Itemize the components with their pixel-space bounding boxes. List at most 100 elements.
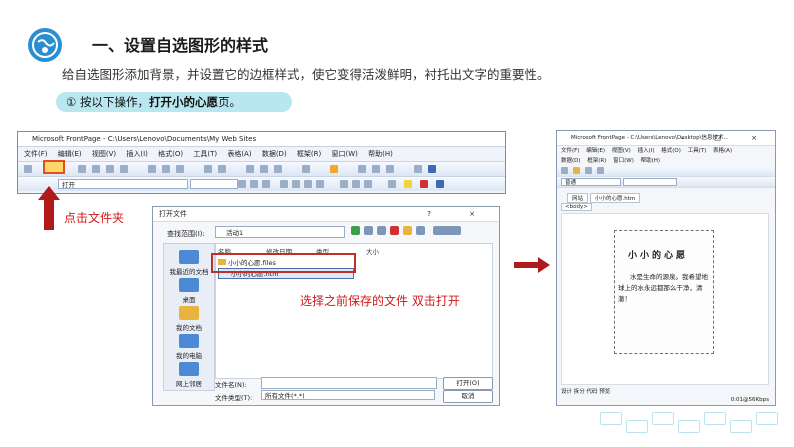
place-my-computer[interactable]: 我的电脑	[164, 334, 214, 360]
fp2-style-combo[interactable]: 普通	[561, 178, 621, 186]
undo-icon[interactable]	[204, 165, 212, 173]
save-icon[interactable]	[78, 165, 86, 173]
stop-icon[interactable]	[386, 165, 394, 173]
search-web-icon[interactable]	[377, 226, 386, 235]
places-bar: 我最近的文档 桌面 我的文档 我的电脑 网上邻居	[163, 243, 215, 391]
menu-table[interactable]: 表格(A)	[227, 150, 251, 158]
dialog-title-controls[interactable]: ? ×	[427, 207, 493, 221]
fp2-menu-view[interactable]: 视图(V)	[612, 148, 631, 154]
step-prefix: 按以下操作，	[79, 95, 149, 109]
format-options-icon[interactable]	[436, 180, 444, 188]
align-center-icon[interactable]	[292, 180, 300, 188]
underline-icon[interactable]	[262, 180, 270, 188]
lookin-label: 查找范围(I):	[167, 230, 205, 238]
align-left-icon[interactable]	[280, 180, 288, 188]
up-folder-icon[interactable]	[364, 226, 373, 235]
hyperlink-icon[interactable]	[246, 165, 254, 173]
dialog-titlebar: 打开文件 ? ×	[153, 207, 499, 222]
menu-tools[interactable]: 工具(T)	[193, 150, 217, 158]
fp2-new-icon[interactable]	[561, 167, 568, 174]
filename-input[interactable]	[261, 377, 437, 389]
table-icon[interactable]	[260, 165, 268, 173]
back-icon[interactable]	[351, 226, 360, 235]
fp2-menu-table[interactable]: 表格(A)	[713, 148, 732, 154]
delete-icon[interactable]	[390, 226, 399, 235]
new-icon[interactable]	[24, 165, 32, 173]
col-size[interactable]: 大小	[366, 246, 379, 256]
fp2-menu-data[interactable]: 数据(D)	[561, 158, 581, 164]
fp2-menu-insert[interactable]: 插入(I)	[638, 148, 655, 154]
open-button[interactable]: 打开(O)	[443, 377, 493, 390]
italic-icon[interactable]	[250, 180, 258, 188]
select-file-annotation: 选择之前保存的文件 双击打开	[300, 294, 460, 308]
fp2-menu-edit[interactable]: 编辑(E)	[586, 148, 605, 154]
selected-file-highlight	[211, 253, 356, 273]
spell-icon[interactable]	[120, 165, 128, 173]
fp2-menu-frames[interactable]: 框架(R)	[587, 158, 606, 164]
fp2-menu-file[interactable]: 文件(F)	[561, 148, 579, 154]
code-icon[interactable]	[302, 165, 310, 173]
filetype-combo[interactable]: 所有文件(*.*)	[261, 390, 435, 400]
copy-icon[interactable]	[162, 165, 170, 173]
views-icon[interactable]	[416, 226, 425, 235]
place-my-documents[interactable]: 我的文档	[164, 306, 214, 332]
font-combo[interactable]	[190, 179, 238, 189]
fp2-tab-page[interactable]: 小小的心愿.htm	[590, 193, 641, 203]
highlight-color-icon[interactable]	[404, 180, 412, 188]
fp2-standard-toolbar	[557, 166, 775, 177]
numbering-icon[interactable]	[340, 180, 348, 188]
menu-format[interactable]: 格式(O)	[158, 150, 183, 158]
fp1-format-toolbar: 打开	[18, 177, 505, 191]
paste-icon[interactable]	[176, 165, 184, 173]
place-desktop[interactable]: 桌面	[164, 278, 214, 304]
bullets-icon[interactable]	[352, 180, 360, 188]
cancel-button[interactable]: 取消	[443, 390, 493, 403]
indent-icon[interactable]	[364, 180, 372, 188]
fp2-tab-site[interactable]: 网站	[567, 193, 589, 203]
align-right-icon[interactable]	[304, 180, 312, 188]
refresh-icon[interactable]	[372, 165, 380, 173]
place-network[interactable]: 网上邻居	[164, 362, 214, 388]
fp2-menu-help[interactable]: 帮助(H)	[641, 158, 660, 164]
highlight-icon[interactable]	[330, 165, 338, 173]
font-color-icon[interactable]	[420, 180, 428, 188]
fp2-save-icon[interactable]	[585, 167, 592, 174]
style-combo[interactable]: 打开	[58, 179, 188, 189]
redo-icon[interactable]	[218, 165, 226, 173]
open-folder-icon[interactable]	[43, 160, 65, 174]
fp2-menu-format[interactable]: 格式(O)	[661, 148, 681, 154]
fp2-print-icon[interactable]	[597, 167, 604, 174]
menu-insert[interactable]: 插入(I)	[126, 150, 148, 158]
fp2-menu-tools[interactable]: 工具(T)	[688, 148, 707, 154]
desktop-icon	[179, 278, 199, 292]
help-icon[interactable]	[414, 165, 422, 173]
place-recent[interactable]: 我最近的文档	[164, 250, 214, 276]
lookin-combo[interactable]: 活动1	[215, 226, 345, 238]
fp2-window-controls[interactable]: – □ ×	[681, 131, 771, 145]
border-icon[interactable]	[388, 180, 396, 188]
menu-frames[interactable]: 框架(R)	[297, 150, 321, 158]
fp2-font-combo[interactable]	[623, 178, 677, 186]
page-subtitle: 给自选图形添加背景，并设置它的边框样式，使它变得活泼鲜明，衬托出文字的重要性。	[62, 67, 550, 82]
menu-window[interactable]: 窗口(W)	[331, 150, 357, 158]
draw-icon[interactable]	[358, 165, 366, 173]
tools-menu[interactable]	[433, 226, 461, 235]
menu-view[interactable]: 视图(V)	[92, 150, 116, 158]
menu-help[interactable]: 帮助(H)	[368, 150, 393, 158]
print-icon[interactable]	[92, 165, 100, 173]
picture-icon[interactable]	[274, 165, 282, 173]
new-folder-icon[interactable]	[403, 226, 412, 235]
cut-icon[interactable]	[148, 165, 156, 173]
menu-data[interactable]: 数据(D)	[262, 150, 287, 158]
menu-edit[interactable]: 编辑(E)	[58, 150, 82, 158]
fp2-open-icon[interactable]	[573, 167, 580, 174]
fp2-view-tabs[interactable]: 设计 拆分 代码 预览	[561, 387, 610, 395]
justify-icon[interactable]	[316, 180, 324, 188]
preview-icon[interactable]	[106, 165, 114, 173]
decor-hex	[704, 412, 726, 425]
toolbar-options-icon[interactable]	[428, 165, 436, 173]
body-tag[interactable]: <body>	[561, 203, 592, 211]
fp2-menu-window[interactable]: 窗口(W)	[613, 158, 634, 164]
menu-file[interactable]: 文件(F)	[24, 150, 48, 158]
bold-icon[interactable]	[238, 180, 246, 188]
